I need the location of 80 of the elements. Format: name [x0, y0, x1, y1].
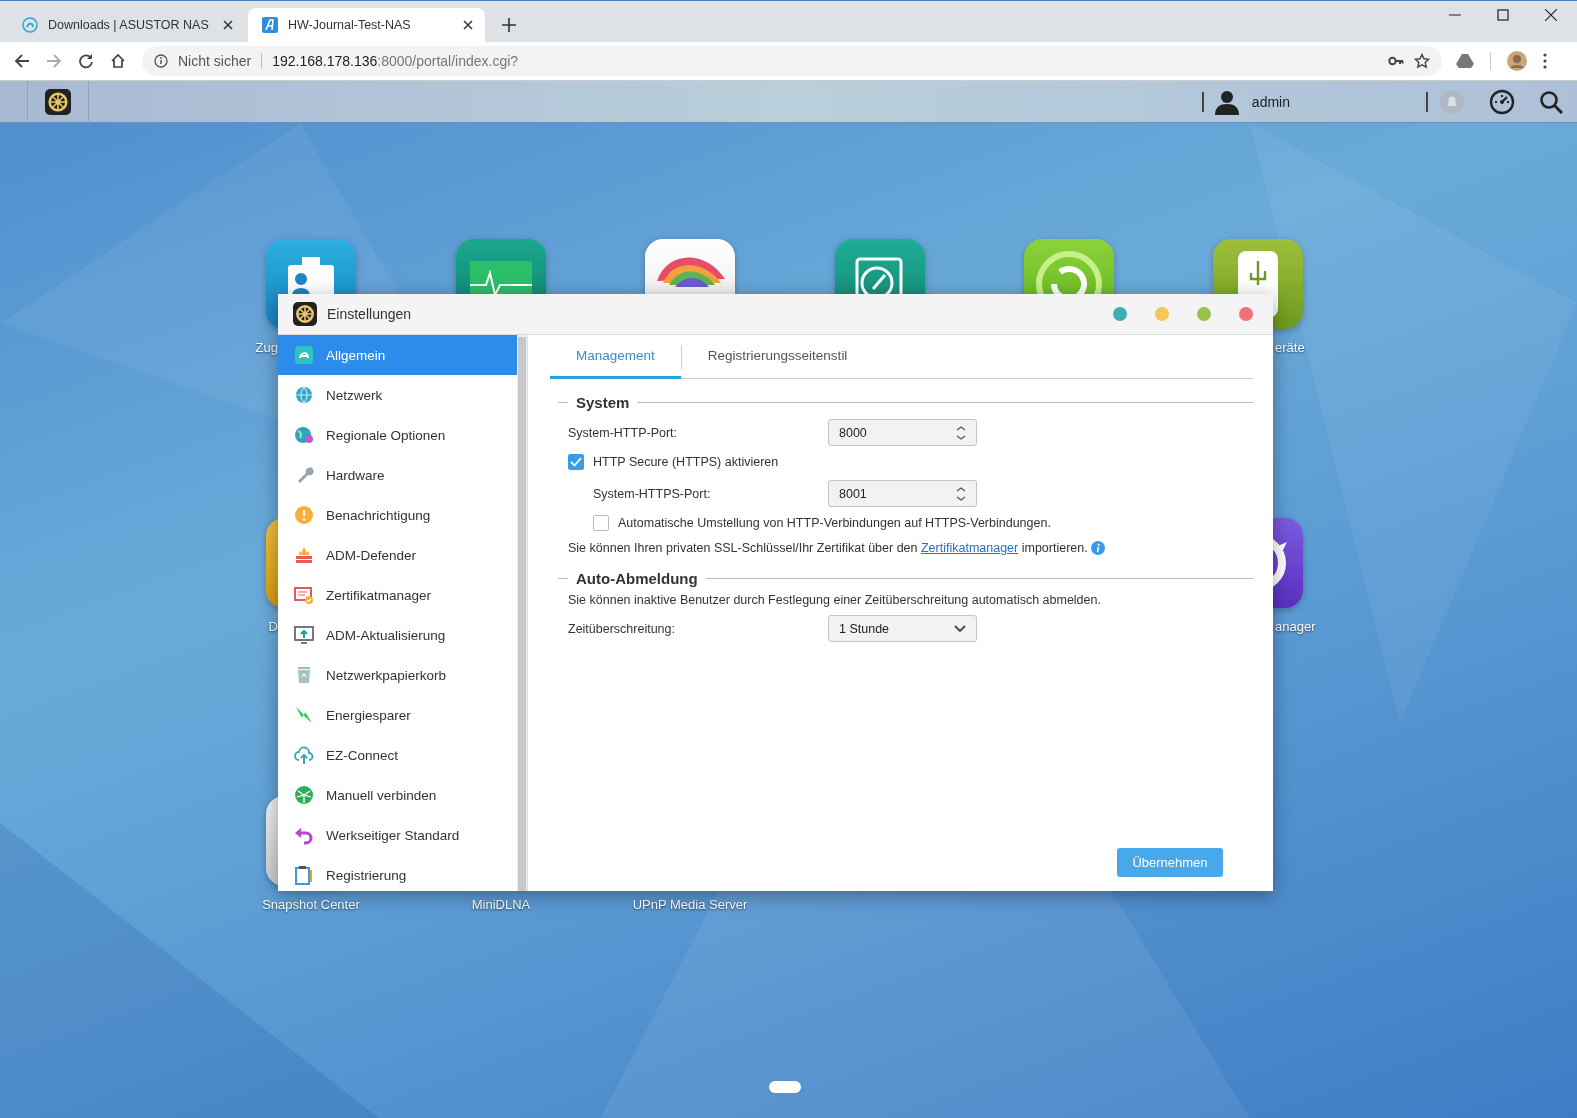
sidebar-item[interactable]: Netzwerkpapierkorb — [278, 655, 517, 695]
checkbox[interactable] — [568, 454, 584, 470]
help-dot[interactable] — [1113, 307, 1127, 321]
close-dot[interactable] — [1239, 307, 1253, 321]
settings-app-icon[interactable] — [45, 88, 71, 115]
browser-tab[interactable]: Downloads | ASUSTOR NAS — [8, 8, 245, 42]
field-label: System-HTTP-Port: — [568, 425, 679, 440]
globe-icon — [294, 385, 314, 405]
description-text: Sie können inaktive Benutzer durch Festlegung einer Zeitüberschreitung automatisch abmelden. — [567, 593, 1102, 607]
section-title: System — [576, 393, 630, 411]
logo-icon — [262, 17, 278, 33]
certificate-icon — [294, 585, 314, 605]
tab-title: HW-Journal-Test-NAS — [288, 18, 412, 32]
sidebar-item[interactable]: Hardware — [278, 455, 517, 495]
cloud-upload-icon — [294, 745, 314, 765]
minimize-dot[interactable] — [1155, 307, 1169, 321]
stepper-icon — [956, 424, 966, 441]
logo-icon — [294, 345, 314, 365]
tab-title: Downloads | ASUSTOR NAS — [48, 18, 210, 32]
security-label: Nicht sicher — [178, 53, 263, 69]
dashboard-icon[interactable] — [1489, 88, 1515, 115]
undo-arrow-icon — [294, 825, 314, 845]
close-icon[interactable] — [463, 20, 473, 30]
window-title: Einstellungen — [327, 306, 412, 322]
sidebar-item[interactable]: Benachrichtigung — [278, 495, 517, 535]
user-name[interactable]: admin — [1251, 93, 1290, 110]
checkbox[interactable] — [593, 515, 609, 531]
number-field[interactable]: 8001 — [828, 480, 977, 507]
sidebar-item[interactable]: EZ-Connect — [278, 735, 517, 775]
field-label: System-HTTPS-Port: — [593, 486, 712, 501]
sidebar-item[interactable]: Manuell verbinden — [278, 775, 517, 815]
link[interactable]: Zertifikatmanager — [920, 541, 1019, 555]
avatar-icon[interactable] — [1507, 51, 1527, 71]
settings-app-icon — [293, 302, 317, 326]
sidebar-item[interactable]: Regionale Optionen — [278, 415, 517, 455]
maximize-dot[interactable] — [1197, 307, 1211, 321]
maximize-icon[interactable] — [1497, 9, 1509, 21]
tab[interactable]: Management — [550, 335, 681, 379]
info-text: Sie können Ihren privaten SSL-Schlüssel/Ihr Zertifikat über den Zertifikatmanager importieren. — [568, 541, 1088, 555]
sidebar-item[interactable]: Registrierung — [278, 855, 517, 895]
tab[interactable]: Registrierungsseitenstil — [681, 335, 874, 379]
info-icon[interactable] — [1090, 541, 1105, 555]
number-field[interactable]: 8000 — [828, 419, 977, 446]
scrollbar[interactable] — [518, 337, 526, 891]
sidebar-item[interactable]: ADM-Aktualisierung — [278, 615, 517, 655]
sidebar-item[interactable]: Werkseitiger Standard — [278, 815, 517, 855]
clipboard-icon — [294, 865, 314, 885]
globe-pin-icon — [294, 425, 314, 445]
url-field[interactable]: 192.168.178.136:8000/portal/index.cgi? — [272, 53, 519, 69]
drive-icon[interactable] — [1456, 53, 1474, 69]
network-globe-icon — [294, 785, 314, 805]
firewall-icon — [294, 545, 314, 565]
section-title: Auto-Abmeldung — [576, 569, 698, 587]
user-icon[interactable] — [1213, 88, 1240, 115]
info-icon — [154, 54, 168, 68]
sidebar-item[interactable]: Energiesparer — [278, 695, 517, 735]
reload-icon[interactable] — [78, 53, 94, 69]
chevron-down-icon — [954, 624, 966, 633]
field-label: Zeitüberschreitung: — [568, 621, 676, 636]
checkbox-label: HTTP Secure (HTTPS) aktivieren — [593, 455, 779, 469]
home-icon[interactable] — [110, 53, 126, 69]
menu-icon[interactable] — [1543, 53, 1547, 69]
sidebar-item[interactable]: Netzwerk — [278, 375, 517, 415]
dropdown[interactable]: 1 Stunde — [828, 615, 977, 642]
stepper-icon — [956, 485, 966, 502]
plus-icon[interactable] — [502, 18, 516, 32]
exclamation-icon — [294, 505, 314, 525]
close-icon[interactable] — [1545, 9, 1557, 21]
dock-handle[interactable] — [769, 1081, 801, 1093]
checkbox-label: Automatische Umstellung von HTTP-Verbindungen auf HTTPS-Verbindungen. — [618, 516, 1051, 530]
sidebar-item[interactable]: ADM-Defender — [278, 535, 517, 575]
close-icon[interactable] — [223, 20, 233, 30]
search-icon[interactable] — [1539, 89, 1563, 114]
sidebar-item[interactable]: Zertifikatmanager — [278, 575, 517, 615]
star-icon[interactable] — [1414, 53, 1430, 69]
back-icon[interactable] — [14, 53, 30, 69]
logo-icon — [22, 17, 38, 33]
browser-tab[interactable]: HW-Journal-Test-NAS — [248, 8, 485, 42]
monitor-upload-icon — [294, 625, 314, 645]
lightning-icon — [294, 705, 314, 725]
